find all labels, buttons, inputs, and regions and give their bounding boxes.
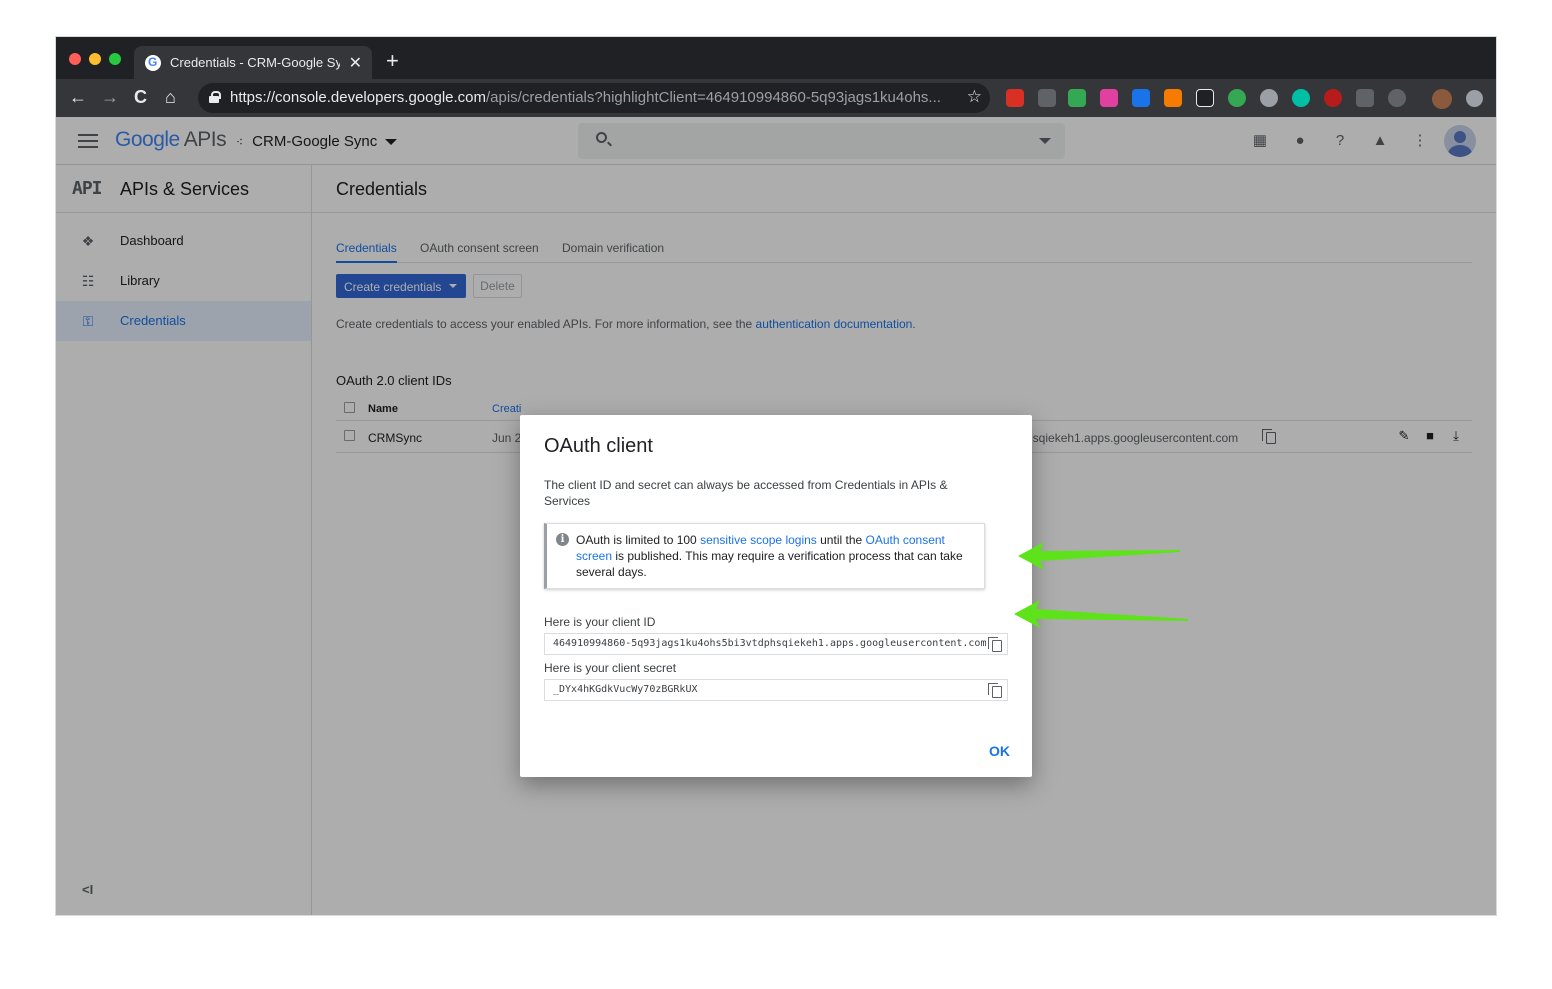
browser-toolbar: ← → C ⌂ https://console.developers.googl… xyxy=(56,79,1496,117)
extension-question-icon[interactable] xyxy=(1228,89,1246,107)
extension-m-icon[interactable] xyxy=(1292,89,1310,107)
browser-tab-credentials[interactable]: Credentials - CRM-Google Sync ✕ xyxy=(134,46,372,79)
reload-icon[interactable]: C xyxy=(134,87,147,107)
extension-react-icon[interactable] xyxy=(1260,89,1278,107)
notice-text: OAuth is limited to 100 sensitive scope … xyxy=(576,533,963,579)
extension-gradient-icon[interactable] xyxy=(1100,89,1118,107)
google-favicon-icon xyxy=(145,55,161,71)
oauth-client-dialog: OAuth client The client ID and secret ca… xyxy=(520,415,1032,777)
tab-strip: Credentials - CRM-Google Sync ✕ + xyxy=(56,37,1496,79)
ok-button[interactable]: OK xyxy=(989,743,1010,759)
close-window-button[interactable] xyxy=(69,53,81,65)
client-id-field[interactable]: 464910994860-5q93jags1ku4ohs5bi3vtdphsqi… xyxy=(544,633,1008,655)
forward-arrow-icon[interactable]: → xyxy=(101,87,119,107)
bookmark-star-icon[interactable]: ☆ xyxy=(967,87,982,107)
client-secret-value[interactable]: _DYx4hKGdkVucWy70zBGRkUX xyxy=(553,684,698,695)
chrome-update-icon[interactable] xyxy=(1466,90,1483,107)
copy-icon[interactable] xyxy=(988,637,1002,652)
maximize-window-button[interactable] xyxy=(109,53,121,65)
dialog-title: OAuth client xyxy=(544,435,653,457)
browser-window: Credentials - CRM-Google Sync ✕ + ← → C … xyxy=(56,37,1496,915)
address-bar[interactable]: https://console.developers.google.com/ap… xyxy=(198,83,990,113)
extension-ublock-icon[interactable] xyxy=(1324,89,1342,107)
extension-w-icon[interactable] xyxy=(1388,89,1406,107)
oauth-limit-notice: i OAuth is limited to 100 sensitive scop… xyxy=(544,523,985,589)
client-secret-label: Here is your client secret xyxy=(544,661,677,675)
client-id-label: Here is your client ID xyxy=(544,615,656,629)
modal-backdrop[interactable]: OAuth client The client ID and secret ca… xyxy=(56,117,1496,915)
extension-bird-icon[interactable] xyxy=(1196,89,1214,107)
extension-d3-icon[interactable] xyxy=(1164,89,1182,107)
tab-title: Credentials - CRM-Google Sync xyxy=(170,55,340,70)
minimize-window-button[interactable] xyxy=(89,53,101,65)
dialog-description: The client ID and secret can always be a… xyxy=(544,478,948,508)
extension-calendar-icon[interactable] xyxy=(1006,89,1024,107)
chrome-profile-avatar[interactable] xyxy=(1432,89,1452,109)
extension-device-icon[interactable] xyxy=(1356,89,1374,107)
lock-icon xyxy=(209,91,221,103)
extension-google-icon[interactable] xyxy=(1068,89,1086,107)
home-icon[interactable]: ⌂ xyxy=(165,87,176,107)
extension-eyedropper-icon[interactable] xyxy=(1038,89,1056,107)
extension-ip-icon[interactable] xyxy=(1132,89,1150,107)
client-id-value[interactable]: 464910994860-5q93jags1ku4ohs5bi3vtdphsqi… xyxy=(553,638,986,649)
url-text: https://console.developers.google.com/ap… xyxy=(230,89,941,106)
sensitive-scope-logins-link[interactable]: sensitive scope logins xyxy=(700,533,817,547)
copy-icon[interactable] xyxy=(988,683,1002,698)
client-secret-field[interactable]: _DYx4hKGdkVucWy70zBGRkUX xyxy=(544,679,1008,701)
new-tab-button[interactable]: + xyxy=(386,50,399,72)
info-icon: i xyxy=(556,533,569,546)
back-arrow-icon[interactable]: ← xyxy=(69,87,87,107)
close-tab-icon[interactable]: ✕ xyxy=(349,53,362,73)
